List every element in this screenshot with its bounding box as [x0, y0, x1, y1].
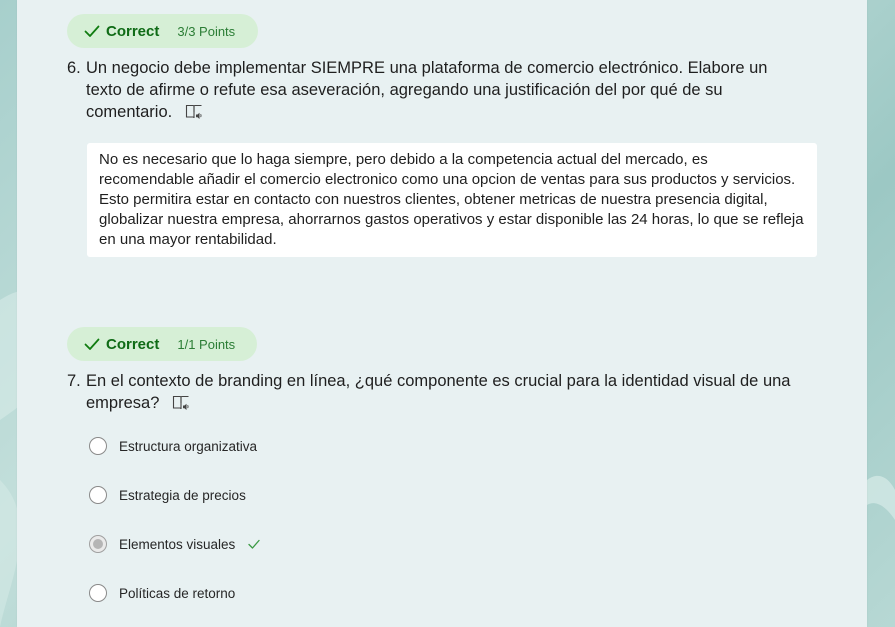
question-text: En el contexto de branding en línea, ¿qu… [86, 372, 791, 412]
points-label: 3/3 Points [177, 23, 236, 39]
correct-label: Correct [106, 22, 160, 40]
checkmark-icon [84, 25, 100, 37]
question-7: 7. En el contexto de branding en línea, … [67, 370, 807, 414]
radio-button[interactable] [89, 486, 107, 504]
correct-badge-q6: Correct 3/3 Points [67, 14, 258, 48]
question-number: 6. [67, 59, 81, 77]
immersive-reader-icon[interactable] [185, 104, 203, 120]
question-6: 6. Un negocio debe implementar SIEMPRE u… [67, 57, 807, 123]
radio-button[interactable] [89, 584, 107, 602]
points-label: 1/1 Points [177, 336, 236, 352]
checkmark-icon [84, 338, 100, 350]
option-label: Elementos visuales [119, 536, 236, 552]
immersive-reader-icon[interactable] [172, 395, 190, 411]
option-politicas-de-retorno[interactable]: Políticas de retorno [89, 582, 235, 604]
option-elementos-visuales[interactable]: Elementos visuales [89, 533, 261, 555]
answer-text: No es necesario que lo haga siempre, per… [99, 151, 804, 248]
option-label: Políticas de retorno [119, 585, 236, 601]
option-estructura-organizativa[interactable]: Estructura organizativa [89, 435, 257, 457]
correct-label: Correct [106, 335, 160, 353]
answer-text-box: No es necesario que lo haga siempre, per… [87, 143, 817, 257]
option-estrategia-de-precios[interactable]: Estrategia de precios [89, 484, 246, 506]
quiz-results-panel: Correct 3/3 Points 6. Un negocio debe im… [17, 0, 867, 627]
question-number: 7. [67, 372, 81, 390]
radio-button-selected[interactable] [89, 535, 107, 553]
option-label: Estrategia de precios [119, 487, 246, 503]
correct-badge-q7: Correct 1/1 Points [67, 327, 257, 361]
correct-checkmark-icon [248, 539, 260, 549]
radio-button[interactable] [89, 437, 107, 455]
option-label: Estructura organizativa [119, 438, 258, 454]
